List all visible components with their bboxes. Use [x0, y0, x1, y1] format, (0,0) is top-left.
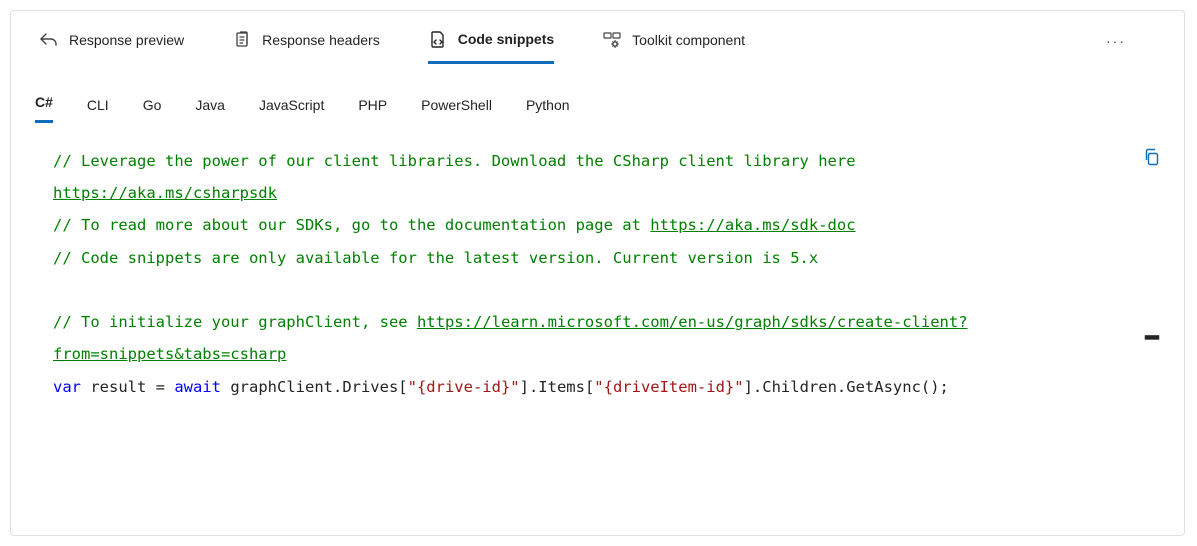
- more-icon: ···: [1106, 33, 1126, 49]
- undo-icon: [39, 30, 59, 50]
- code-comment: // Code snippets are only available for …: [53, 249, 818, 267]
- tab-toolkit-component[interactable]: Toolkit component: [602, 30, 745, 62]
- lang-tab-php[interactable]: PHP: [358, 97, 387, 123]
- lang-tab-go[interactable]: Go: [143, 97, 162, 123]
- language-tabs: C# CLI Go Java JavaScript PHP PowerShell…: [11, 67, 1184, 123]
- code-snippets-panel: Response preview Response headers: [10, 10, 1185, 536]
- code-snippet: // Leverage the power of our client libr…: [53, 145, 1088, 403]
- tab-label: Response headers: [262, 32, 380, 48]
- code-comment: // To initialize your graphClient, see: [53, 313, 417, 331]
- lang-tab-csharp[interactable]: C#: [35, 94, 53, 123]
- code-text: ].Children.GetAsync();: [744, 378, 949, 396]
- lang-tab-powershell[interactable]: PowerShell: [421, 97, 492, 123]
- copy-icon: [1142, 147, 1162, 167]
- code-text: ].Items[: [520, 378, 595, 396]
- tab-code-snippets[interactable]: Code snippets: [428, 29, 554, 64]
- code-keyword: var: [53, 378, 81, 396]
- lang-tab-java[interactable]: Java: [195, 97, 225, 123]
- tab-response-preview[interactable]: Response preview: [39, 30, 184, 62]
- code-string: "{drive-id}": [408, 378, 520, 396]
- code-comment-link[interactable]: https://aka.ms/csharpsdk: [53, 184, 277, 202]
- code-string: "{driveItem-id}": [594, 378, 743, 396]
- code-comment: // Leverage the power of our client libr…: [53, 152, 865, 170]
- code-comment-link[interactable]: https://aka.ms/sdk-doc: [650, 216, 855, 234]
- more-options-button[interactable]: ···: [1100, 25, 1132, 57]
- document-copy-icon: [232, 30, 252, 50]
- tab-response-headers[interactable]: Response headers: [232, 30, 380, 62]
- code-comment: // To read more about our SDKs, go to th…: [53, 216, 650, 234]
- code-text: result =: [81, 378, 174, 396]
- collapse-indicator: ━: [1143, 329, 1161, 347]
- lang-tab-python[interactable]: Python: [526, 97, 570, 123]
- copy-button[interactable]: [1140, 145, 1164, 169]
- code-snippet-container: // Leverage the power of our client libr…: [11, 123, 1184, 423]
- document-code-icon: [428, 29, 448, 49]
- lang-tab-cli[interactable]: CLI: [87, 97, 109, 123]
- code-text: graphClient.Drives[: [221, 378, 408, 396]
- tab-label: Toolkit component: [632, 32, 745, 48]
- code-keyword: await: [174, 378, 221, 396]
- tab-label: Response preview: [69, 32, 184, 48]
- tab-label: Code snippets: [458, 31, 554, 47]
- response-section-tabs: Response preview Response headers: [11, 11, 1184, 67]
- toolkit-gear-icon: [602, 30, 622, 50]
- code-side-controls: ━: [1140, 145, 1164, 347]
- lang-tab-javascript[interactable]: JavaScript: [259, 97, 324, 123]
